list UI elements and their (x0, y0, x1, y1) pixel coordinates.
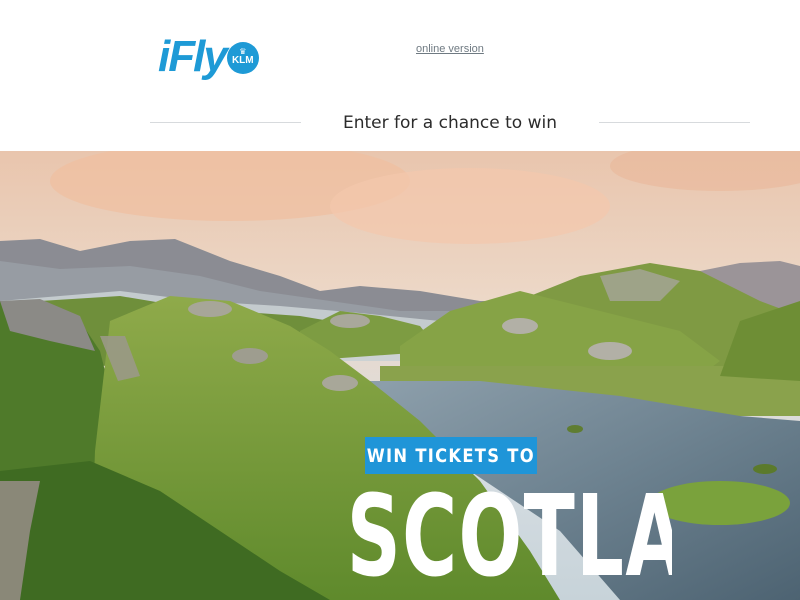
klm-badge-icon: ♛ KLM (226, 42, 259, 74)
win-tickets-label: WIN TICKETS TO (366, 444, 536, 467)
tagline-row: Enter for a chance to win (150, 110, 750, 136)
destination-text: SCOTLAND (346, 475, 672, 600)
destination-headline: SCOTLAND (232, 475, 672, 600)
logo-wordmark: iFly (158, 32, 228, 81)
email-header: iFly ♛ KLM online version Enter for a ch… (0, 0, 800, 150)
tagline: Enter for a chance to win (342, 113, 558, 133)
ifly-logo[interactable]: iFly ♛ KLM (158, 32, 259, 82)
klm-badge-label: KLM (231, 55, 254, 66)
win-tickets-badge: WIN TICKETS TO (365, 437, 537, 474)
online-version-link[interactable]: online version (416, 43, 484, 55)
hero-banner[interactable]: WIN TICKETS TO SCOTLAND (0, 151, 800, 600)
divider-right (599, 122, 750, 123)
